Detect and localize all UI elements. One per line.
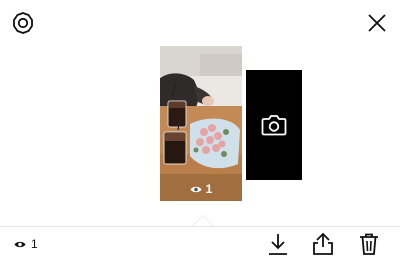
download-button[interactable]	[266, 231, 290, 257]
download-icon	[269, 234, 287, 255]
delete-button[interactable]	[357, 231, 381, 257]
eye-icon	[190, 186, 202, 192]
story-viewer-count: 1	[160, 180, 242, 198]
viewers-button[interactable]: 1	[14, 236, 38, 252]
viewer-count: 1	[31, 237, 38, 251]
share-button[interactable]	[311, 231, 335, 257]
story-photo	[160, 46, 242, 201]
close-button[interactable]	[364, 10, 390, 36]
story-strip: 1	[0, 46, 400, 226]
eye-icon	[14, 241, 26, 247]
settings-button[interactable]	[10, 10, 36, 36]
story-view-count: 1	[205, 182, 213, 196]
trash-icon	[360, 233, 378, 255]
camera-icon	[261, 115, 287, 136]
bottom-toolbar: 1	[0, 226, 400, 260]
settings-icon	[13, 12, 33, 34]
top-bar	[0, 0, 400, 46]
close-icon	[368, 14, 386, 32]
story-thumbnail[interactable]: 1	[160, 46, 242, 201]
selection-pointer	[193, 216, 213, 226]
add-story-camera-button[interactable]	[246, 70, 302, 180]
share-icon	[313, 232, 333, 255]
